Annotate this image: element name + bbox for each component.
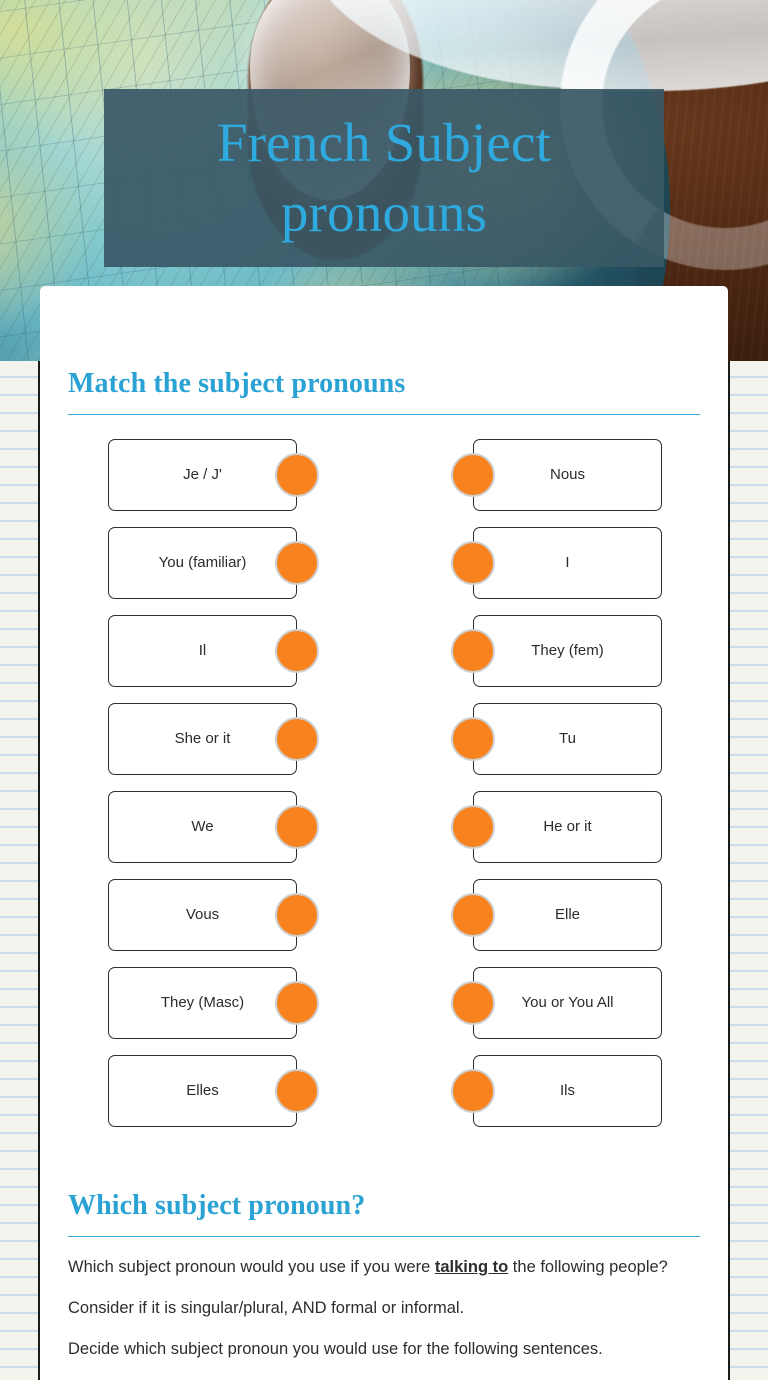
which-paragraph-1: Which subject pronoun would you use if y… <box>68 1255 700 1280</box>
worksheet-card: Match the subject pronouns Je / J' Nous Yo… <box>40 286 728 1380</box>
match-left-column: Vous <box>68 879 384 951</box>
match-left-column: She or it <box>68 703 384 775</box>
match-connector-dot-left[interactable] <box>275 981 319 1025</box>
match-connector-dot-right[interactable] <box>451 1069 495 1113</box>
match-row: They (Masc) You or You All <box>68 967 700 1039</box>
match-right-column: Ils <box>384 1055 700 1127</box>
match-option-right-label: Elle <box>554 906 580 923</box>
match-left-column: You (familiar) <box>68 527 384 599</box>
match-connector-dot-right[interactable] <box>451 893 495 937</box>
match-grid: Je / J' Nous You (familiar) I Il They (fem) Sh… <box>68 433 700 1127</box>
match-option-left[interactable]: Vous <box>108 879 319 951</box>
match-option-left[interactable]: Je / J' <box>108 439 319 511</box>
match-option-left-label: We <box>191 818 214 835</box>
match-connector-dot-left[interactable] <box>275 805 319 849</box>
match-option-left-label: Il <box>198 642 207 659</box>
match-left-column: Je / J' <box>68 439 384 511</box>
match-option-left[interactable]: Elles <box>108 1055 319 1127</box>
match-connector-dot-right[interactable] <box>451 805 495 849</box>
match-connector-dot-left[interactable] <box>275 1069 319 1113</box>
which-paragraph-3: Decide which subject pronoun you would u… <box>68 1340 603 1359</box>
match-option-right-label: Tu <box>559 730 576 747</box>
match-connector-dot-right[interactable] <box>451 453 495 497</box>
match-left-column: Il <box>68 615 384 687</box>
match-option-left[interactable]: Il <box>108 615 319 687</box>
match-option-left-label: You (familiar) <box>158 554 247 571</box>
match-option-left[interactable]: We <box>108 791 319 863</box>
match-option-right[interactable]: They (fem) <box>451 615 662 687</box>
match-option-right[interactable]: Elle <box>451 879 662 951</box>
match-option-left-label: They (Masc) <box>160 994 245 1011</box>
match-option-left[interactable]: You (familiar) <box>108 527 319 599</box>
which-paragraph-1-after: the following people? <box>508 1258 668 1276</box>
match-option-right[interactable]: I <box>451 527 662 599</box>
which-section-rule <box>68 1236 700 1237</box>
match-option-left-label: She or it <box>174 730 231 747</box>
match-right-column: Tu <box>384 703 700 775</box>
match-section: Match the subject pronouns Je / J' Nous Yo… <box>68 286 700 1127</box>
which-paragraph-2: Consider if it is singular/plural, AND f… <box>68 1299 465 1318</box>
match-section-heading: Match the subject pronouns <box>68 368 406 399</box>
match-section-rule <box>68 414 700 415</box>
match-connector-dot-right[interactable] <box>451 541 495 585</box>
match-option-right-label: I <box>565 554 570 571</box>
match-right-column: Elle <box>384 879 700 951</box>
which-paragraph-1-before: Which subject pronoun would you use if y… <box>68 1258 435 1276</box>
match-right-column: He or it <box>384 791 700 863</box>
which-paragraph-1-emphasis: talking to <box>434 1258 509 1276</box>
match-left-column: Elles <box>68 1055 384 1127</box>
match-connector-dot-right[interactable] <box>451 981 495 1025</box>
which-section-heading: Which subject pronoun? <box>68 1190 366 1221</box>
match-option-right-label: They (fem) <box>531 642 604 659</box>
page-title: French Subject pronouns <box>216 111 552 243</box>
match-option-right[interactable]: He or it <box>451 791 662 863</box>
match-connector-dot-left[interactable] <box>275 541 319 585</box>
match-right-column: They (fem) <box>384 615 700 687</box>
match-connector-dot-left[interactable] <box>275 717 319 761</box>
match-option-left-label: Je / J' <box>183 466 222 483</box>
match-left-column: We <box>68 791 384 863</box>
match-row: Elles Ils <box>68 1055 700 1127</box>
match-option-right[interactable]: Tu <box>451 703 662 775</box>
match-option-right-label: Ils <box>560 1082 575 1099</box>
which-section: Which subject pronoun? Which subject pro… <box>68 1127 700 1380</box>
match-option-right-label: Nous <box>549 466 586 483</box>
match-option-left[interactable]: They (Masc) <box>108 967 319 1039</box>
match-option-right[interactable]: You or You All <box>451 967 662 1039</box>
match-option-left-label: Elles <box>186 1082 219 1099</box>
match-connector-dot-right[interactable] <box>451 629 495 673</box>
match-row: Vous Elle <box>68 879 700 951</box>
match-option-right[interactable]: Ils <box>451 1055 662 1127</box>
match-option-right-label: He or it <box>543 818 592 835</box>
match-row: We He or it <box>68 791 700 863</box>
match-row: You (familiar) I <box>68 527 700 599</box>
match-left-column: They (Masc) <box>68 967 384 1039</box>
match-option-left-label: Vous <box>185 906 220 923</box>
match-right-column: You or You All <box>384 967 700 1039</box>
match-row: She or it Tu <box>68 703 700 775</box>
match-option-left[interactable]: She or it <box>108 703 319 775</box>
match-right-column: Nous <box>384 439 700 511</box>
match-connector-dot-left[interactable] <box>275 453 319 497</box>
match-option-right[interactable]: Nous <box>451 439 662 511</box>
title-plate: French Subject pronouns <box>104 89 664 267</box>
match-right-column: I <box>384 527 700 599</box>
match-connector-dot-right[interactable] <box>451 717 495 761</box>
match-connector-dot-left[interactable] <box>275 629 319 673</box>
match-row: Je / J' Nous <box>68 439 700 511</box>
match-option-right-label: You or You All <box>521 994 614 1011</box>
match-connector-dot-left[interactable] <box>275 893 319 937</box>
match-row: Il They (fem) <box>68 615 700 687</box>
